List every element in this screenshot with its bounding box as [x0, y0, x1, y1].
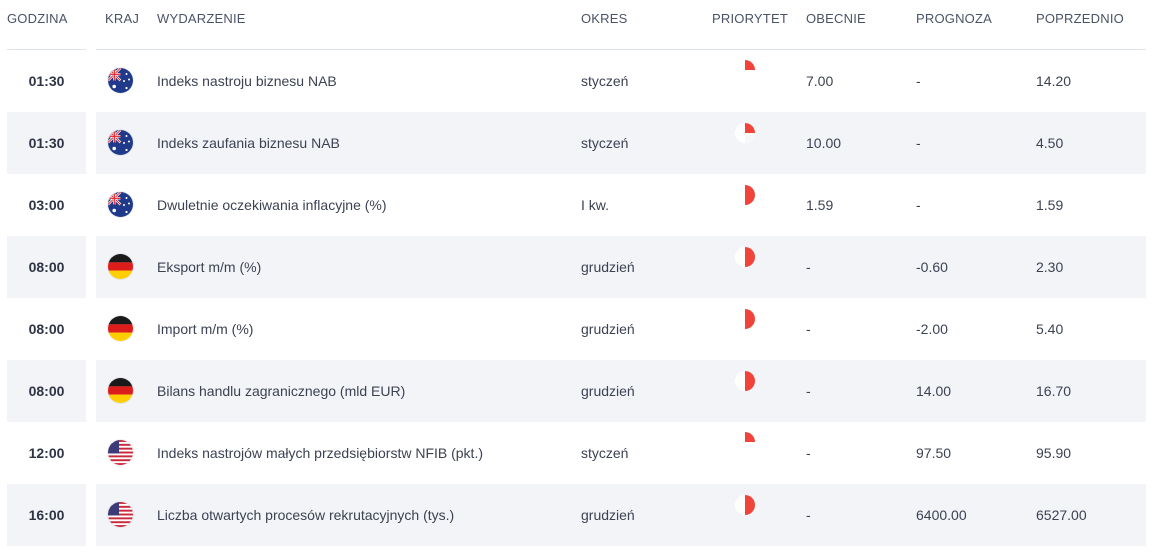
event-previous: 14.20	[1036, 73, 1072, 89]
table-body: 01:30 Indeks nastroju biznesu NAB stycze…	[0, 50, 1158, 546]
table-row[interactable]: 16:00 Liczba otwartych procesów rekrutac…	[0, 484, 1158, 546]
event-forecast: -	[916, 135, 921, 151]
priority-low-icon	[734, 494, 756, 516]
header-forecast[interactable]: PROGNOZA	[916, 11, 992, 26]
header-priority[interactable]: PRIORYTET	[712, 11, 788, 26]
event-time: 08:00	[28, 321, 65, 337]
event-forecast: -0.60	[916, 259, 948, 275]
event-time: 01:30	[28, 73, 65, 89]
event-previous: 1.59	[1036, 197, 1064, 213]
event-actual: 10.00	[806, 135, 842, 151]
event-forecast: -	[916, 197, 921, 213]
australia-flag-icon	[108, 192, 133, 217]
event-forecast: -	[916, 73, 921, 89]
header-country[interactable]: KRAJ	[105, 11, 139, 26]
event-period: styczeń	[581, 445, 629, 461]
event-name[interactable]: Bilans handlu zagranicznego (mld EUR)	[157, 360, 405, 422]
table-row[interactable]: 08:00 Eksport m/m (%) grudzień - -0.60 2…	[0, 236, 1158, 298]
germany-flag-icon	[108, 316, 133, 341]
event-forecast: -2.00	[916, 321, 948, 337]
event-previous: 6527.00	[1036, 507, 1087, 523]
table-row[interactable]: 01:30 Indeks zaufania biznesu NAB stycze…	[0, 112, 1158, 174]
event-period: grudzień	[581, 259, 635, 275]
event-actual: 7.00	[806, 73, 834, 89]
event-time: 01:30	[28, 135, 65, 151]
event-name[interactable]: Indeks nastrojów małych przedsiębiorstw …	[157, 422, 483, 484]
priority-low-icon	[734, 184, 756, 206]
table-row[interactable]: 08:00 Import m/m (%) grudzień - -2.00 5.…	[0, 298, 1158, 360]
germany-flag-icon	[108, 254, 133, 279]
event-actual: 1.59	[806, 197, 834, 213]
event-actual: -	[806, 321, 811, 337]
event-period: styczeń	[581, 73, 629, 89]
event-forecast: 14.00	[916, 383, 952, 399]
table-header: GODZINA KRAJ WYDARZENIE OKRES PRIORYTET …	[0, 0, 1158, 50]
header-event[interactable]: WYDARZENIE	[157, 11, 246, 26]
event-time: 12:00	[28, 445, 65, 461]
event-time: 03:00	[28, 197, 65, 213]
table-row[interactable]: 03:00 Dwuletnie oczekiwania inflacyjne (…	[0, 174, 1158, 236]
priority-high-icon	[734, 431, 756, 453]
event-period: grudzień	[581, 321, 635, 337]
germany-flag-icon	[108, 378, 133, 403]
header-previous[interactable]: POPRZEDNIO	[1036, 11, 1124, 26]
event-period: grudzień	[581, 383, 635, 399]
event-previous: 4.50	[1036, 135, 1064, 151]
priority-high-icon	[734, 59, 756, 81]
header-actual[interactable]: OBECNIE	[806, 11, 866, 26]
event-name[interactable]: Indeks zaufania biznesu NAB	[157, 112, 340, 174]
table-row[interactable]: 01:30 Indeks nastroju biznesu NAB stycze…	[0, 50, 1158, 112]
table-row[interactable]: 12:00 Indeks nastrojów małych przedsiębi…	[0, 422, 1158, 484]
priority-medium-icon	[734, 122, 756, 144]
event-period: I kw.	[581, 197, 610, 213]
event-name[interactable]: Indeks nastroju biznesu NAB	[157, 50, 337, 112]
australia-flag-icon	[108, 130, 133, 155]
event-actual: -	[806, 383, 811, 399]
event-actual: -	[806, 507, 811, 523]
event-time: 08:00	[28, 259, 65, 275]
event-forecast: 6400.00	[916, 507, 967, 523]
usa-flag-icon	[108, 502, 133, 527]
table-row[interactable]: 08:00 Bilans handlu zagranicznego (mld E…	[0, 360, 1158, 422]
priority-low-icon	[734, 308, 756, 330]
event-time: 08:00	[28, 383, 65, 399]
priority-low-icon	[734, 246, 756, 268]
event-period: grudzień	[581, 507, 635, 523]
event-actual: -	[806, 259, 811, 275]
economic-calendar-table: GODZINA KRAJ WYDARZENIE OKRES PRIORYTET …	[0, 0, 1158, 546]
event-previous: 5.40	[1036, 321, 1064, 337]
australia-flag-icon	[108, 68, 133, 93]
event-time: 16:00	[28, 507, 65, 523]
event-name[interactable]: Dwuletnie oczekiwania inflacyjne (%)	[157, 174, 387, 236]
event-period: styczeń	[581, 135, 629, 151]
event-previous: 16.70	[1036, 383, 1072, 399]
event-previous: 2.30	[1036, 259, 1064, 275]
header-time[interactable]: GODZINA	[7, 11, 68, 26]
priority-low-icon	[734, 370, 756, 392]
usa-flag-icon	[108, 440, 133, 465]
event-name[interactable]: Liczba otwartych procesów rekrutacyjnych…	[157, 484, 454, 546]
event-name[interactable]: Import m/m (%)	[157, 298, 253, 360]
event-actual: -	[806, 445, 811, 461]
event-previous: 95.90	[1036, 445, 1072, 461]
event-forecast: 97.50	[916, 445, 952, 461]
header-period[interactable]: OKRES	[581, 11, 628, 26]
event-name[interactable]: Eksport m/m (%)	[157, 236, 261, 298]
